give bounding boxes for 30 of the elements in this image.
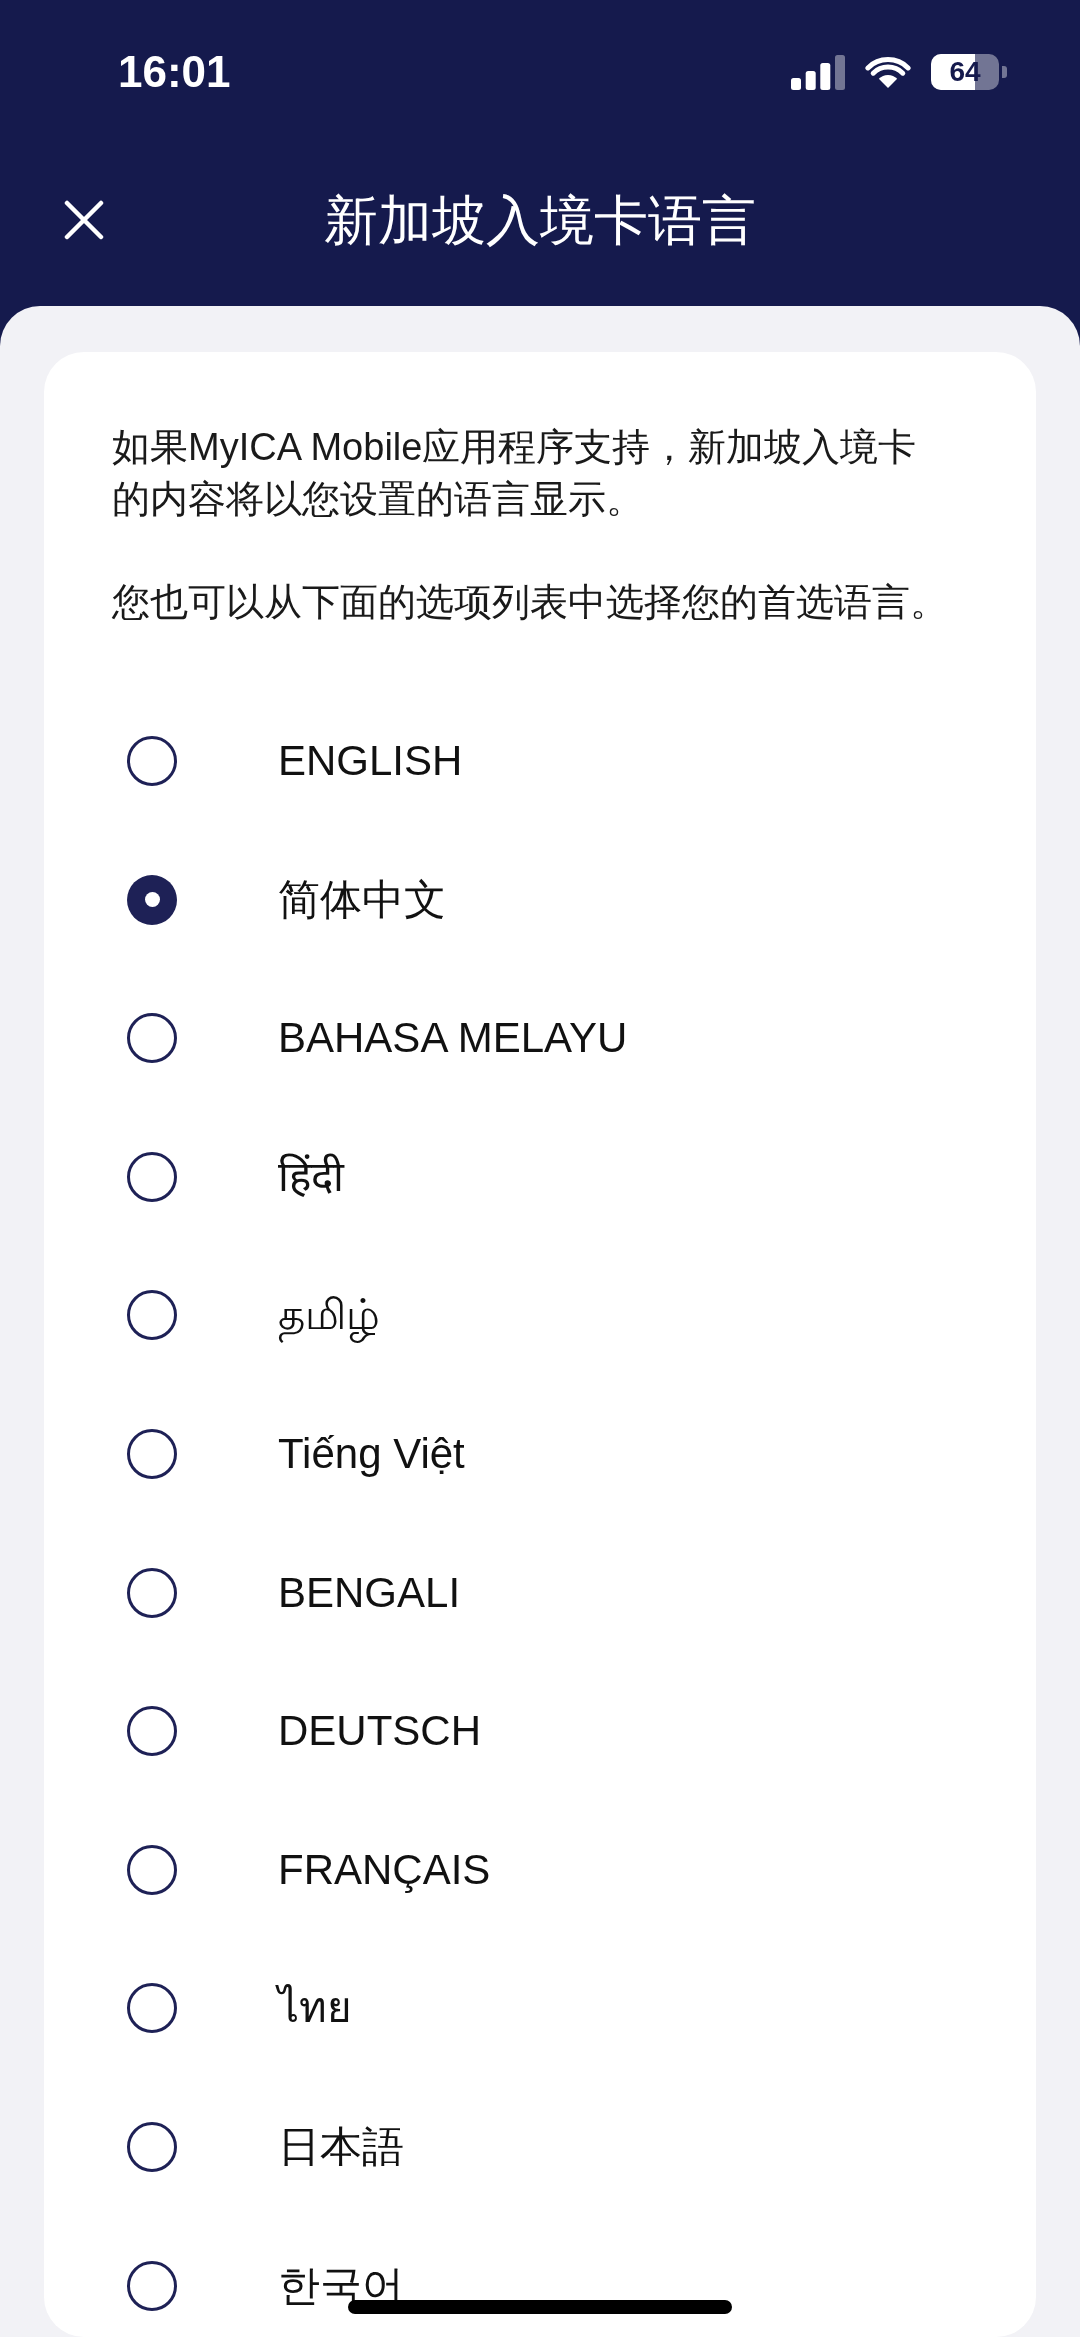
language-option[interactable]: हिंदी <box>278 1148 344 1205</box>
language-option[interactable]: 한국어 <box>278 2257 404 2314</box>
radio-button[interactable] <box>127 1290 177 1341</box>
language-option[interactable]: BAHASA MELAYU <box>278 1010 628 1067</box>
radio-button[interactable] <box>127 1151 177 1202</box>
wifi-icon <box>865 55 911 89</box>
close-icon[interactable] <box>64 200 104 240</box>
intro-text: 如果MyICA Mobile应用程序支持，新加坡入境卡的内容将以您设置的语言显示。 <box>112 425 918 522</box>
language-option[interactable]: FRANÇAIS <box>278 1841 491 1898</box>
signal-icon <box>791 54 845 90</box>
radio-button[interactable] <box>127 1013 177 1064</box>
language-option[interactable]: DEUTSCH <box>278 1703 481 1760</box>
radio-button[interactable] <box>127 1706 177 1757</box>
radio-button[interactable] <box>127 2260 177 2311</box>
radio-button[interactable] <box>127 736 177 786</box>
radio-button[interactable] <box>127 1983 177 2034</box>
radio-button[interactable] <box>127 1844 177 1895</box>
status-time: 16:01 <box>118 50 231 94</box>
language-option[interactable]: 日本語 <box>278 2118 404 2175</box>
language-option[interactable]: 简体中文 <box>278 871 446 928</box>
language-option[interactable]: தமிழ் <box>278 1287 380 1344</box>
radio-button[interactable] <box>127 1428 177 1479</box>
radio-button[interactable] <box>127 2121 177 2172</box>
language-option[interactable]: Tiếng Việt <box>278 1425 465 1482</box>
screen-title: 新加坡入境卡语言 <box>323 193 757 247</box>
language-option[interactable]: BENGALI <box>278 1564 461 1621</box>
radio-button[interactable] <box>127 874 177 925</box>
language-option[interactable]: ENGLISH <box>278 733 463 789</box>
radio-button[interactable] <box>127 1567 177 1618</box>
intro-text: 您也可以从下面的选项列表中选择您的首选语言。 <box>112 580 949 625</box>
